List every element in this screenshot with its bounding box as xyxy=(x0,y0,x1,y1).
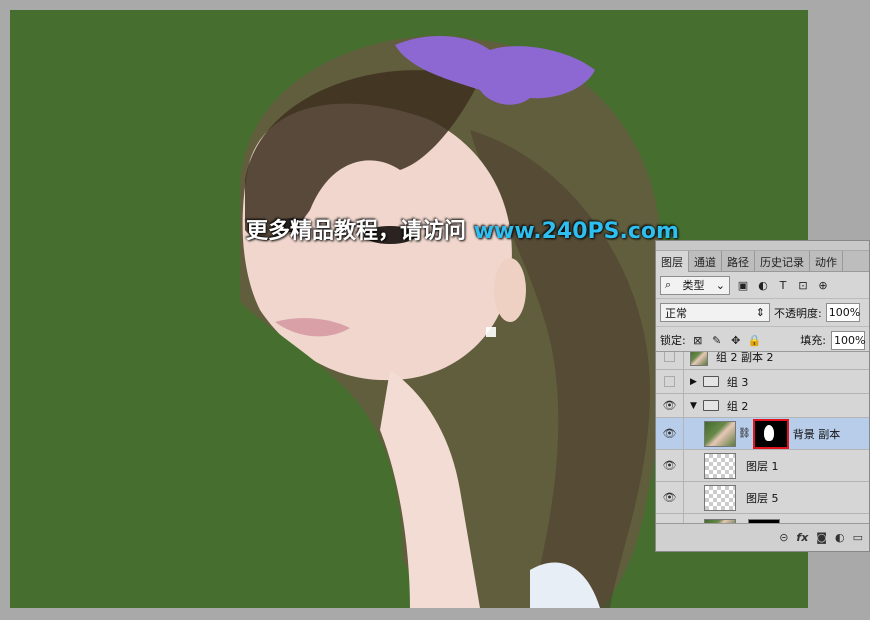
layer-row[interactable] xyxy=(656,514,869,523)
layers-bottom-bar: ⊝ fx ◙ ◐ ▭ xyxy=(656,523,869,551)
folder-icon xyxy=(702,376,719,387)
visibility-toggle[interactable]: 👁 xyxy=(656,450,684,481)
shape-filter-icon[interactable]: ⊡ xyxy=(796,279,810,292)
image-filter-icon[interactable]: ▣ xyxy=(736,279,750,292)
lock-transparent-icon[interactable]: ⊠ xyxy=(691,334,705,347)
lock-row: 锁定: ⊠ ✎ ✥ 🔒 填充: 100% xyxy=(656,326,869,353)
visibility-toggle[interactable] xyxy=(656,514,684,523)
layer-mask-thumbnail[interactable] xyxy=(752,418,789,449)
layer-filter-row: ⌕ 类型 ⌄ ▣ ◐ T ⊡ ⊕ xyxy=(656,272,869,298)
type-filter-icon[interactable]: T xyxy=(776,279,790,292)
layer-row[interactable]: 组 2 副本 2 xyxy=(656,351,869,370)
chevron-right-icon[interactable]: ▶ xyxy=(690,377,697,387)
tab-history[interactable]: 历史记录 xyxy=(755,251,810,272)
blend-row: 正常 ⇕ 不透明度: 100% xyxy=(656,298,869,326)
visibility-toggle[interactable] xyxy=(656,370,684,393)
link-icon[interactable]: ⛓ xyxy=(738,428,751,439)
eye-icon: 👁 xyxy=(662,399,677,412)
visibility-toggle[interactable]: 👁 xyxy=(656,418,684,449)
layer-filter-select[interactable]: ⌕ 类型 ⌄ xyxy=(660,275,730,295)
opacity-label: 不透明度: xyxy=(774,306,822,320)
layer-name: 图层 1 xyxy=(746,459,779,473)
chevron-down-icon[interactable]: ▼ xyxy=(690,401,697,411)
layer-name: 组 2 副本 2 xyxy=(716,351,774,364)
adjustment-layer-icon[interactable]: ◐ xyxy=(835,531,845,544)
new-group-icon[interactable]: ▭ xyxy=(853,531,863,544)
filter-type-label: 类型 xyxy=(682,279,705,292)
layer-row[interactable]: ▶ 组 3 xyxy=(656,370,869,394)
layer-row[interactable]: 👁 图层 1 xyxy=(656,450,869,482)
fill-label: 填充: xyxy=(800,334,826,347)
layer-row[interactable]: 👁 ▼ 组 2 xyxy=(656,394,869,418)
lock-label: 锁定: xyxy=(660,334,686,347)
layers-panel: 图层 通道 路径 历史记录 动作 ⌕ 类型 ⌄ ▣ ◐ T ⊡ ⊕ 正常 ⇕ 不… xyxy=(655,240,870,552)
tab-paths[interactable]: 路径 xyxy=(722,251,755,272)
hidden-icon xyxy=(664,376,675,387)
layer-thumbnail xyxy=(704,452,736,479)
link-layers-icon[interactable]: ⊝ xyxy=(779,531,788,544)
panel-tab-bar: 图层 通道 路径 历史记录 动作 xyxy=(656,251,869,272)
visibility-toggle[interactable] xyxy=(656,352,684,369)
panel-grip[interactable] xyxy=(656,241,869,251)
tab-actions[interactable]: 动作 xyxy=(810,251,843,272)
visibility-toggle[interactable]: 👁 xyxy=(656,394,684,417)
layer-name: 组 2 xyxy=(726,399,749,413)
folder-icon xyxy=(702,400,719,411)
hidden-icon xyxy=(664,352,675,362)
lock-all-icon[interactable]: 🔒 xyxy=(748,334,762,347)
layer-name: 组 3 xyxy=(726,375,749,389)
layer-thumbnail xyxy=(704,484,736,511)
layer-name: 背景 副本 xyxy=(792,427,841,441)
blend-mode-value: 正常 xyxy=(665,306,687,320)
chevron-down-icon: ⌄ xyxy=(715,278,725,292)
eye-icon: 👁 xyxy=(662,427,677,440)
opacity-input[interactable]: 100% xyxy=(825,303,860,322)
layer-row[interactable]: 👁 图层 5 xyxy=(656,482,869,514)
search-icon: ⌕ xyxy=(665,278,672,291)
add-mask-icon[interactable]: ◙ xyxy=(816,531,827,544)
lock-paint-icon[interactable]: ✎ xyxy=(710,334,724,347)
eye-icon: 👁 xyxy=(662,459,677,472)
adjustment-filter-icon[interactable]: ◐ xyxy=(756,279,770,292)
updown-icon: ⇕ xyxy=(755,306,765,319)
tab-channels[interactable]: 通道 xyxy=(689,251,722,272)
layer-name: 图层 5 xyxy=(746,491,779,505)
eye-icon: 👁 xyxy=(662,491,677,504)
blend-mode-select[interactable]: 正常 ⇕ xyxy=(660,303,770,322)
layer-thumbnail xyxy=(704,420,736,447)
tab-layers[interactable]: 图层 xyxy=(656,251,689,272)
layer-row-selected[interactable]: 👁 ⛓ 背景 副本 xyxy=(656,418,869,450)
visibility-toggle[interactable]: 👁 xyxy=(656,482,684,513)
fx-icon[interactable]: fx xyxy=(796,531,808,544)
layer-list: 组 2 副本 2 ▶ 组 3 👁 ▼ 组 2 👁 ⛓ 背景 副本 👁 图层 1 … xyxy=(656,351,869,523)
smart-object-filter-icon[interactable]: ⊕ xyxy=(816,279,830,292)
group-thumbnail xyxy=(690,352,708,366)
lock-position-icon[interactable]: ✥ xyxy=(729,334,743,347)
fill-input[interactable]: 100% xyxy=(831,330,865,350)
watermark-text: 更多精品教程，请访问 www.240PS.com xyxy=(246,219,679,244)
